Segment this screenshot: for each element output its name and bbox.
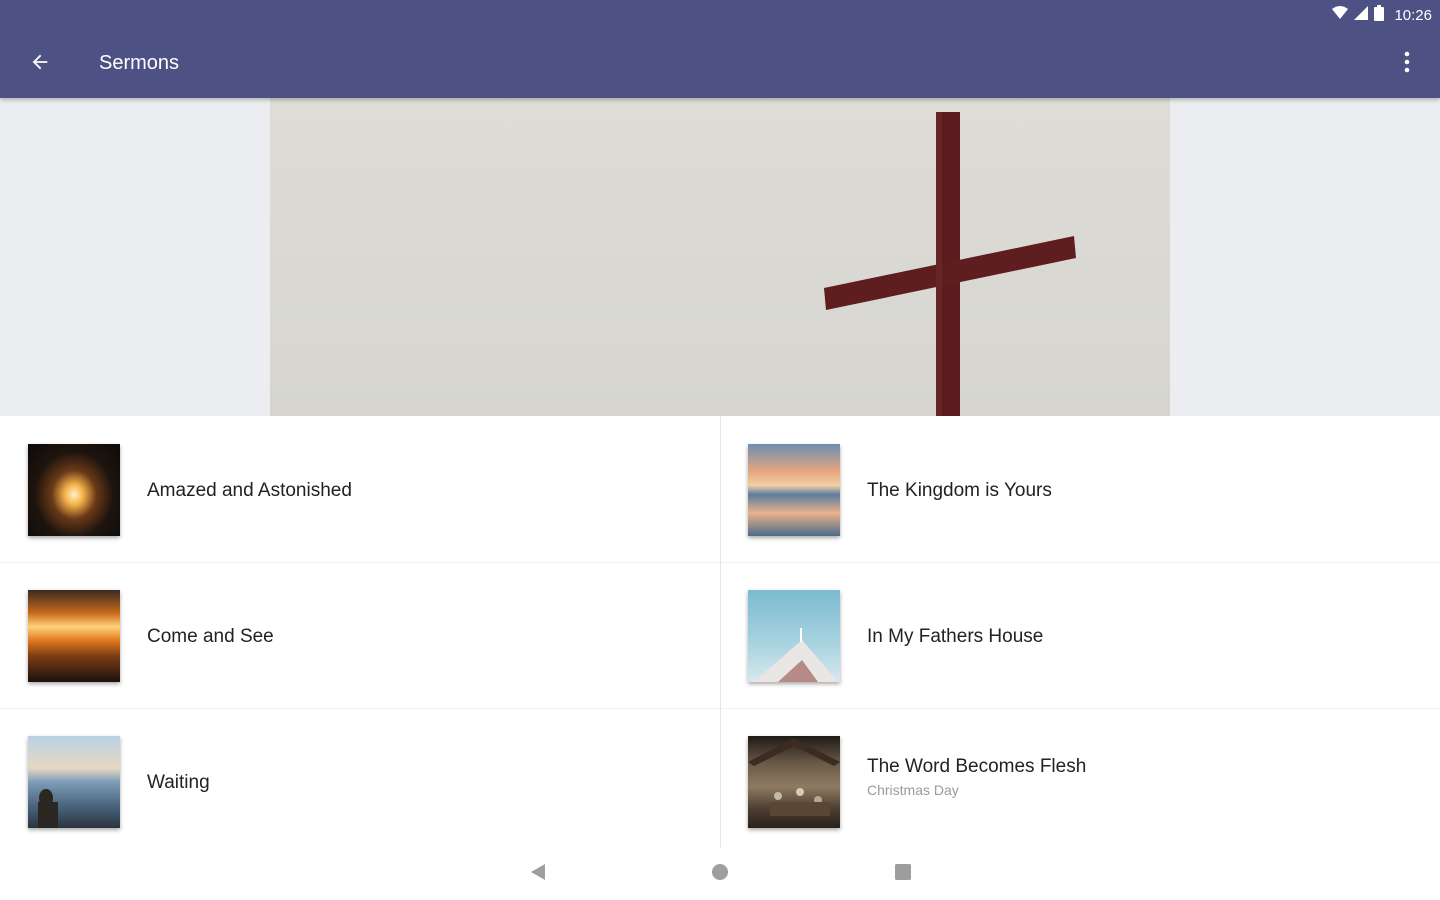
sermon-thumbnail (28, 736, 120, 828)
banner (0, 98, 1440, 416)
banner-image (270, 98, 1170, 416)
sermon-item[interactable]: Come and See (0, 562, 720, 708)
sermon-thumbnail (748, 736, 840, 828)
nav-home-icon (711, 863, 729, 886)
battery-icon (1374, 4, 1385, 26)
arrow-back-icon (29, 51, 51, 78)
sermon-item[interactable]: In My Fathers House (720, 562, 1440, 708)
sermon-title: The Word Becomes Flesh (867, 756, 1087, 777)
sermon-subtitle: Christmas Day (867, 782, 959, 798)
sermon-item[interactable]: Amazed and Astonished (0, 416, 720, 562)
nav-back-button[interactable] (526, 862, 550, 886)
sermon-item[interactable]: The Kingdom is Yours (720, 416, 1440, 562)
sermon-thumbnail (28, 444, 120, 536)
sermon-title: Amazed and Astonished (147, 480, 352, 501)
status-icons: 10:26 (1332, 4, 1432, 26)
back-button[interactable] (20, 44, 60, 84)
app-bar: Sermons (0, 30, 1440, 98)
overflow-menu-button[interactable] (1392, 44, 1422, 84)
sermon-title: Come and See (147, 626, 274, 647)
sermon-thumbnail (748, 590, 840, 682)
nav-recents-icon (894, 863, 912, 886)
sermon-thumbnail (748, 444, 840, 536)
status-time: 10:26 (1394, 6, 1432, 24)
cross-illustration (824, 112, 1076, 416)
more-vert-icon (1404, 51, 1410, 78)
nav-recents-button[interactable] (891, 862, 915, 886)
system-nav-bar (0, 848, 1440, 900)
nav-back-icon (529, 863, 547, 886)
sermon-title: In My Fathers House (867, 626, 1044, 647)
sermon-title: The Kingdom is Yours (867, 480, 1052, 501)
nav-home-button[interactable] (708, 862, 732, 886)
wifi-icon (1332, 5, 1349, 25)
sermon-thumbnail (28, 590, 120, 682)
cell-signal-icon (1354, 5, 1369, 25)
sermon-title: Waiting (147, 772, 210, 793)
sermon-grid: Amazed and Astonished The Kingdom is You… (0, 416, 1440, 856)
status-bar: 10:26 (0, 0, 1440, 30)
sermon-item[interactable]: The Word Becomes Flesh Christmas Day (720, 708, 1440, 854)
page-title: Sermons (99, 52, 180, 74)
sermon-item[interactable]: Waiting (0, 708, 720, 854)
